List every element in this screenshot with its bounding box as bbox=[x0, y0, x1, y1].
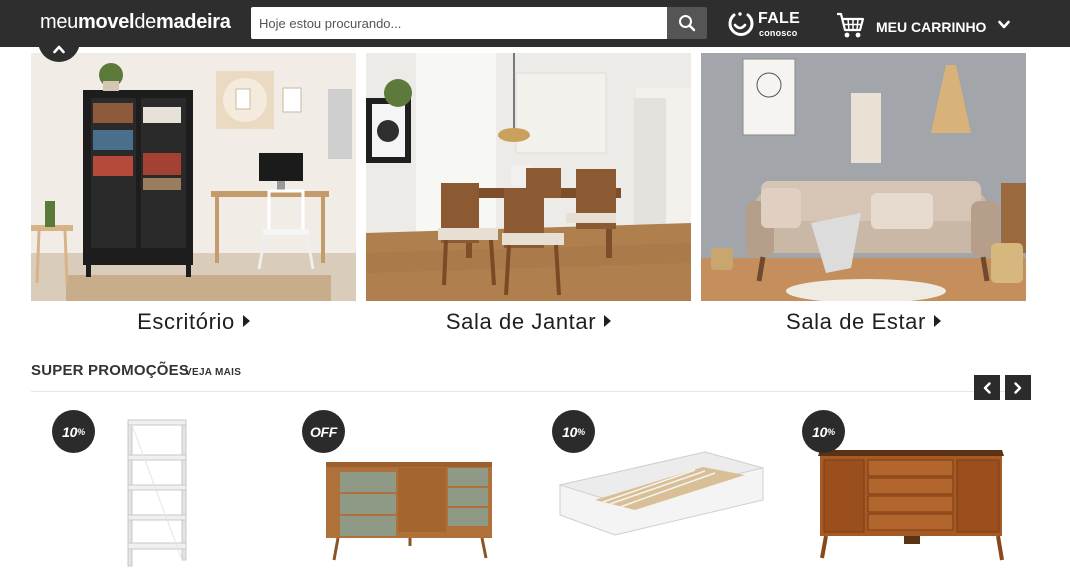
search-icon bbox=[679, 15, 696, 32]
discount-badge: OFF bbox=[302, 410, 345, 453]
promotions-divider bbox=[31, 391, 1031, 392]
caret-right-icon bbox=[242, 315, 250, 327]
discount-badge: 10% bbox=[802, 410, 845, 453]
category-label-sala-de-jantar: Sala de Jantar bbox=[445, 309, 597, 334]
chevron-down-icon bbox=[998, 20, 1010, 29]
sala-de-estar-photo bbox=[701, 53, 1026, 301]
category-link-escritorio[interactable]: Escritório bbox=[31, 309, 356, 335]
cart-menu[interactable]: MEU CARRINHO bbox=[836, 11, 1016, 39]
carousel-prev-button[interactable] bbox=[974, 375, 1000, 400]
product-image-shelf bbox=[127, 419, 187, 567]
search-button[interactable] bbox=[667, 7, 707, 39]
category-label-sala-de-estar: Sala de Estar bbox=[786, 309, 926, 334]
chevron-right-icon bbox=[1014, 381, 1022, 394]
product-card-buffet[interactable] bbox=[320, 410, 500, 574]
promotions-see-more-link[interactable]: VEJA MAIS bbox=[185, 367, 241, 378]
discount-badge: 10% bbox=[552, 410, 595, 453]
badge-suffix: % bbox=[77, 426, 85, 437]
search-input[interactable] bbox=[251, 7, 667, 39]
promotions-title: SUPER PROMOÇÕES bbox=[31, 362, 190, 379]
category-image-sala-de-estar[interactable] bbox=[701, 53, 1026, 301]
badge-suffix: % bbox=[827, 426, 835, 437]
category-label-escritorio: Escritório bbox=[137, 309, 235, 334]
discount-badge: 10% bbox=[52, 410, 95, 453]
contact-line-1: FALE bbox=[758, 10, 801, 27]
category-link-sala-de-estar[interactable]: Sala de Estar bbox=[701, 309, 1026, 335]
chevron-up-icon bbox=[53, 45, 65, 54]
chevron-left-icon bbox=[983, 381, 991, 394]
badge-value: 10 bbox=[812, 423, 828, 440]
logo-part-2: movel bbox=[78, 11, 135, 33]
badge-value: 10 bbox=[562, 423, 578, 440]
caret-right-icon bbox=[604, 315, 612, 327]
category-link-sala-de-jantar[interactable]: Sala de Jantar bbox=[366, 309, 691, 335]
product-image-buffet bbox=[326, 462, 492, 561]
caret-right-icon bbox=[933, 315, 941, 327]
logo-part-4: madeira bbox=[155, 11, 231, 33]
top-header: meumoveldemadeira FALE conosco MEU CARRI… bbox=[0, 0, 1070, 47]
badge-value: OFF bbox=[309, 423, 338, 440]
sala-de-jantar-photo bbox=[366, 53, 691, 301]
cart-icon bbox=[837, 12, 865, 38]
category-image-escritorio[interactable] bbox=[31, 53, 356, 301]
badge-suffix: % bbox=[577, 426, 585, 437]
cart-label: MEU CARRINHO bbox=[876, 19, 987, 35]
contact-link[interactable]: FALE conosco bbox=[726, 9, 806, 39]
logo-part-3: de bbox=[134, 11, 156, 33]
product-card-shelf[interactable] bbox=[110, 410, 210, 574]
category-image-sala-de-jantar[interactable] bbox=[366, 53, 691, 301]
contact-line-2: conosco bbox=[759, 28, 798, 38]
escritorio-photo bbox=[31, 53, 356, 301]
smile-icon bbox=[728, 12, 754, 36]
badge-value: 10 bbox=[62, 423, 78, 440]
carousel-next-button[interactable] bbox=[1005, 375, 1031, 400]
